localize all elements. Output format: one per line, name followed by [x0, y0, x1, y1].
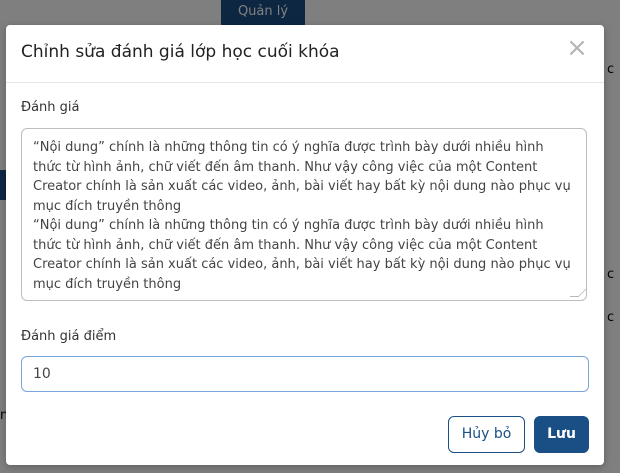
score-label: Đánh giá điểm	[21, 329, 117, 344]
edit-review-modal: Chỉnh sửa đánh giá lớp học cuối khóa × Đ…	[6, 25, 604, 465]
score-input[interactable]: 10	[21, 356, 589, 392]
modal-header: Chỉnh sửa đánh giá lớp học cuối khóa ×	[6, 25, 604, 83]
close-icon[interactable]: ×	[566, 35, 588, 61]
review-textarea[interactable]: “Nội dung” chính là những thông tin có ý…	[21, 128, 587, 301]
review-paragraph: “Nội dung” chính là những thông tin có ý…	[33, 140, 571, 214]
modal-title: Chỉnh sửa đánh giá lớp học cuối khóa	[21, 42, 340, 62]
review-label: Đánh giá	[21, 100, 80, 115]
review-paragraph: “Nội dung” chính là những thông tin có ý…	[33, 218, 571, 292]
save-button[interactable]: Lưu	[534, 416, 589, 453]
cancel-button[interactable]: Hủy bỏ	[448, 416, 525, 453]
